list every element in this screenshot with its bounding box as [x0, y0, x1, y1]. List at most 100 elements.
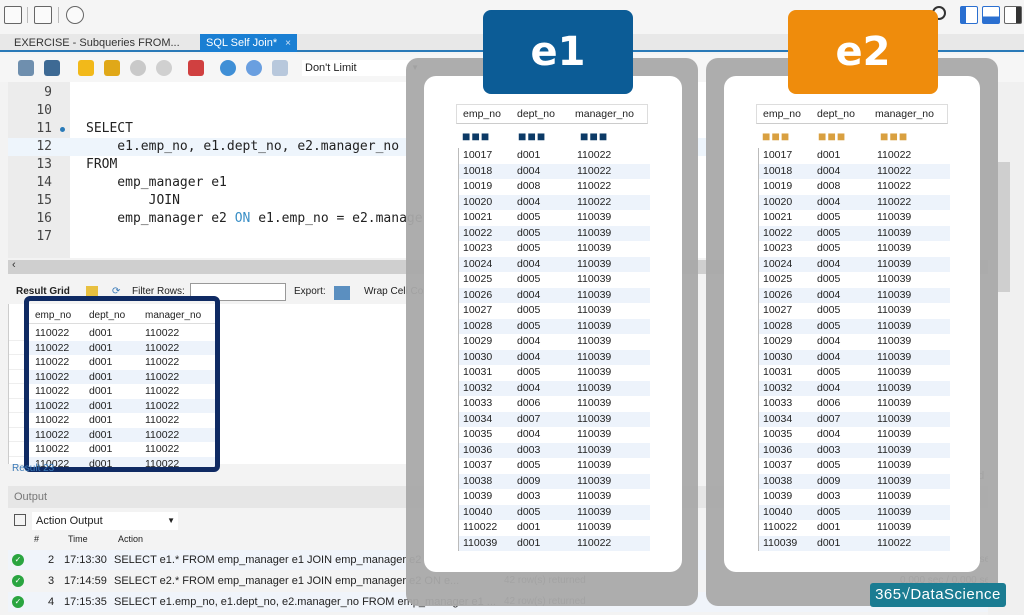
- table-cell: d005: [517, 319, 541, 332]
- line-number: 14: [36, 175, 52, 190]
- table-cell: d004: [817, 195, 841, 208]
- table-cell: 10033: [763, 397, 793, 409]
- e1-table-row: 10026 d004 110039: [458, 287, 650, 303]
- table-cell: d005: [517, 226, 541, 239]
- tab-exercise-subqueries[interactable]: EXERCISE - Subqueries FROM...: [8, 34, 186, 52]
- table-cell: d007: [817, 412, 841, 425]
- table-cell: 10026: [463, 288, 493, 301]
- new-sql-tab-icon[interactable]: [4, 6, 22, 24]
- e2-table-row: 10018 d004 110022: [758, 163, 950, 179]
- limit-rows-select[interactable]: Don't Limit▼: [302, 60, 422, 76]
- table-cell: 10040: [763, 505, 793, 518]
- close-tab-icon[interactable]: ×: [285, 38, 291, 49]
- line-number: 13: [36, 157, 52, 172]
- e2-table-row: 10037 d005 110039: [758, 458, 950, 474]
- table-cell: d004: [817, 288, 841, 301]
- output-type-select[interactable]: Action Output ▼: [32, 512, 178, 530]
- table-cell: d004: [817, 257, 841, 270]
- table-cell: d001: [517, 521, 541, 533]
- table-cell: 110039: [877, 397, 912, 409]
- table-cell: 110039: [577, 397, 612, 409]
- open-file-icon[interactable]: [18, 60, 34, 76]
- toggle-sidebar-icon[interactable]: [960, 6, 978, 24]
- e1-table-row: 10034 d007 110039: [458, 411, 650, 427]
- explain-icon[interactable]: [130, 60, 146, 76]
- table-cell: d005: [517, 211, 541, 223]
- table-cell: d001: [817, 521, 841, 533]
- table-cell: 110039: [577, 459, 612, 471]
- autocommit-icon[interactable]: [272, 60, 288, 76]
- table-cell: 110039: [577, 242, 612, 254]
- table-cell: 10027: [763, 304, 793, 316]
- line-number: 10: [36, 103, 52, 118]
- e2-table-row: 10019 d008 110022: [758, 179, 950, 195]
- e1-table-row: 110022 d001 110039: [458, 520, 650, 536]
- ellipsis-marker: ■■■: [518, 128, 547, 144]
- table-cell: 110039: [877, 521, 912, 533]
- toggle-secondary-sidebar-icon[interactable]: [1004, 6, 1022, 24]
- table-cell: 10028: [763, 319, 793, 332]
- output-number: 4: [48, 596, 55, 608]
- scroll-left-icon[interactable]: ‹: [12, 259, 16, 271]
- tab-sql-self-join[interactable]: SQL Self Join* ×: [200, 34, 297, 52]
- table-cell: d004: [817, 335, 841, 347]
- commit-icon[interactable]: [220, 60, 236, 76]
- copy-icon[interactable]: [14, 514, 26, 526]
- ellipsis-marker: ■■■: [818, 128, 847, 144]
- output-time: 17:15:35: [64, 596, 107, 608]
- table-cell: 10035: [763, 428, 793, 440]
- e1-table-row: 10035 d004 110039: [458, 427, 650, 443]
- table-cell: 10023: [463, 242, 493, 254]
- table-cell: d004: [517, 428, 541, 440]
- table-cell: 110039: [577, 412, 612, 425]
- table-cell: 10031: [763, 366, 793, 378]
- vertical-scrollbar[interactable]: [998, 162, 1010, 292]
- column-header: emp_no: [463, 108, 501, 120]
- save-icon[interactable]: [44, 60, 60, 76]
- e1-table-row: 10027 d005 110039: [458, 303, 650, 319]
- e1-table-row: 10028 d005 110039: [458, 318, 650, 334]
- table-cell: 110039: [877, 459, 912, 471]
- table-cell: 110039: [877, 226, 912, 239]
- table-cell: d003: [517, 490, 541, 502]
- table-cell: d009: [817, 474, 841, 487]
- rollback-icon[interactable]: [246, 60, 262, 76]
- e1-table-row: 10017 d001 110022: [458, 148, 650, 164]
- e2-table-row: 10028 d005 110039: [758, 318, 950, 334]
- table-cell: 110039: [877, 211, 912, 223]
- table-cell: 10037: [763, 459, 793, 471]
- table-cell: 110039: [577, 288, 612, 301]
- e2-table-row: 10022 d005 110039: [758, 225, 950, 241]
- toggle-error-icon[interactable]: [188, 60, 204, 76]
- table-cell: 10036: [763, 443, 793, 456]
- result-tab[interactable]: Result 23: [12, 463, 54, 474]
- table-cell: 10022: [763, 226, 793, 239]
- e2-table-row: 10029 d004 110039: [758, 334, 950, 350]
- table-cell: 10019: [763, 180, 793, 192]
- table-cell: d004: [517, 164, 541, 177]
- execute-icon[interactable]: [78, 60, 94, 76]
- toolbar-separator: [27, 7, 28, 23]
- toggle-output-icon[interactable]: [982, 6, 1000, 24]
- export-icon[interactable]: [334, 286, 350, 300]
- table-cell: d006: [517, 397, 541, 409]
- inspector-icon[interactable]: [34, 6, 52, 24]
- table-cell: 110022: [877, 164, 912, 177]
- stop-icon[interactable]: [156, 60, 172, 76]
- tab-label: EXERCISE - Subqueries FROM...: [14, 37, 180, 49]
- database-connect-icon[interactable]: [66, 6, 84, 24]
- column-header: dept_no: [817, 108, 855, 120]
- table-cell: 110039: [577, 350, 612, 363]
- table-cell: d004: [517, 350, 541, 363]
- table-cell: d008: [517, 180, 541, 192]
- table-cell: d004: [517, 195, 541, 208]
- line-number: 11: [36, 121, 52, 136]
- execute-current-icon[interactable]: [104, 60, 120, 76]
- table-cell: 10024: [763, 257, 793, 270]
- table-cell: 110039: [577, 428, 612, 440]
- table-cell: 110039: [577, 304, 612, 316]
- success-check-icon: ✓: [12, 554, 24, 566]
- code-text: emp_manager e2 ON e1.emp_no = e2.manager…: [86, 211, 454, 226]
- table-cell: 10034: [763, 412, 793, 425]
- table-cell: 10026: [763, 288, 793, 301]
